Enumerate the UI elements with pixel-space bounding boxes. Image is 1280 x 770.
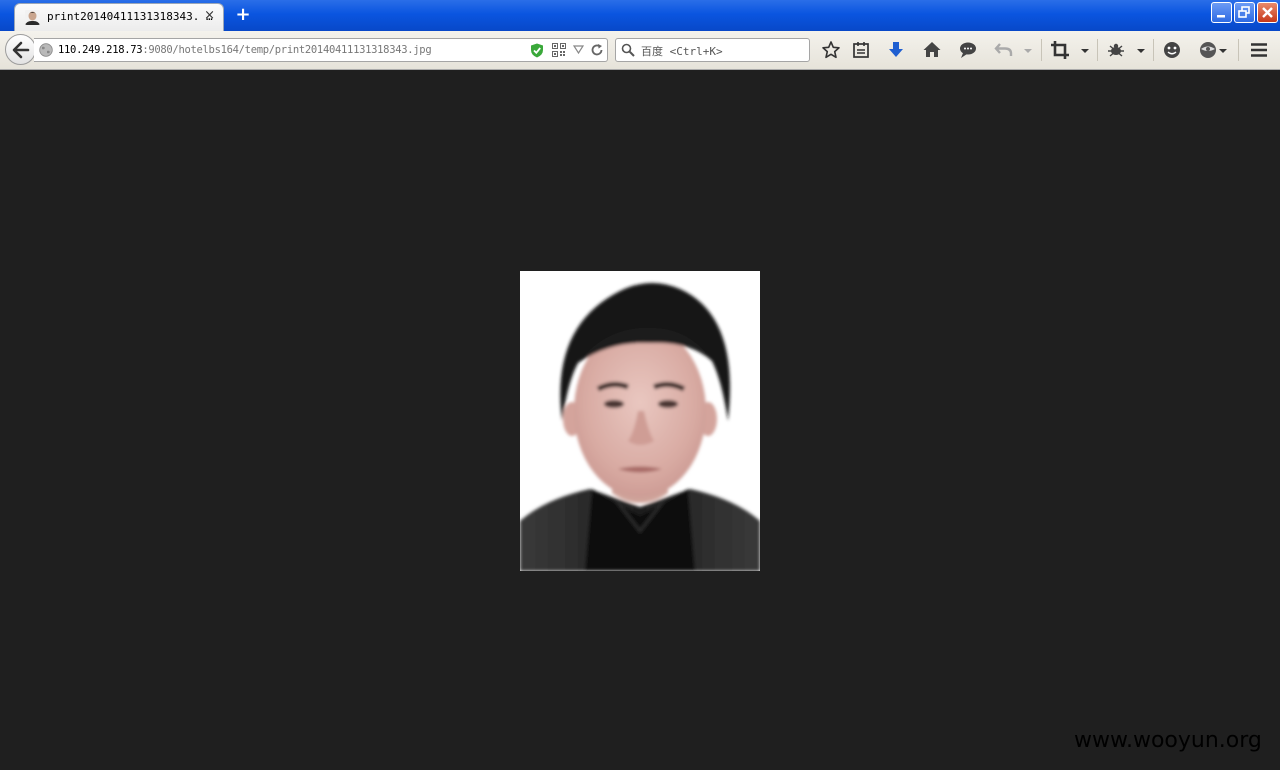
history-dropdown-icon[interactable] xyxy=(573,45,584,55)
photo-thumbnail-icon xyxy=(25,10,40,25)
security-shield-icon[interactable] xyxy=(530,43,544,58)
bookmark-star-icon[interactable] xyxy=(821,40,841,60)
search-icon xyxy=(621,43,635,57)
search-bar[interactable]: 百度 <Ctrl+K> xyxy=(615,38,810,62)
download-icon[interactable] xyxy=(886,40,906,60)
address-bar[interactable]: 110.249.218.73:9080/hotelbs164/temp/prin… xyxy=(34,38,608,62)
home-icon[interactable] xyxy=(922,40,942,60)
close-icon xyxy=(1262,7,1273,18)
qr-code-icon[interactable] xyxy=(552,43,566,57)
browser-tab[interactable]: print20140411131318343. … × xyxy=(14,3,224,31)
displayed-image xyxy=(520,271,760,571)
crop-icon[interactable] xyxy=(1050,40,1070,60)
toolbar-separator xyxy=(1238,39,1239,61)
addon-icon[interactable] xyxy=(1198,40,1230,60)
globe-icon xyxy=(39,43,53,57)
chat-icon[interactable] xyxy=(958,40,978,60)
toolbar-separator xyxy=(1041,39,1042,61)
toolbar-separator xyxy=(1097,39,1098,61)
undo-dropdown-icon[interactable] xyxy=(1021,40,1035,60)
navigation-toolbar: 110.249.218.73:9080/hotelbs164/temp/prin… xyxy=(0,31,1280,70)
tab-close-icon[interactable]: × xyxy=(204,8,215,23)
minimize-button[interactable] xyxy=(1211,2,1232,23)
menu-icon[interactable] xyxy=(1249,40,1269,60)
url-text[interactable]: 110.249.218.73:9080/hotelbs164/temp/prin… xyxy=(58,44,432,56)
back-arrow-icon xyxy=(12,41,30,59)
bug-icon[interactable] xyxy=(1106,40,1126,60)
portrait-photo xyxy=(520,271,760,571)
minimize-icon xyxy=(1217,15,1225,18)
reading-list-icon[interactable] xyxy=(851,40,871,60)
restore-icon xyxy=(1238,6,1250,18)
url-path: :9080/hotelbs164/temp/print2014041113131… xyxy=(142,44,432,56)
title-bar: print20140411131318343. … × + xyxy=(0,0,1280,31)
crop-dropdown-icon[interactable] xyxy=(1078,40,1092,60)
bug-dropdown-icon[interactable] xyxy=(1134,40,1148,60)
reload-icon[interactable] xyxy=(590,43,604,57)
restore-button[interactable] xyxy=(1234,2,1255,23)
search-input[interactable]: 百度 <Ctrl+K> xyxy=(641,43,723,59)
new-tab-button[interactable]: + xyxy=(234,5,252,25)
watermark-text: www.wooyun.org xyxy=(1074,728,1262,753)
url-host: 110.249.218.73 xyxy=(58,44,143,56)
smiley-icon[interactable] xyxy=(1162,40,1182,60)
toolbar-separator xyxy=(1153,39,1154,61)
back-button[interactable] xyxy=(5,34,36,65)
undo-icon[interactable] xyxy=(994,40,1014,60)
tab-title: print20140411131318343. … xyxy=(47,10,213,23)
close-window-button[interactable] xyxy=(1257,2,1278,23)
